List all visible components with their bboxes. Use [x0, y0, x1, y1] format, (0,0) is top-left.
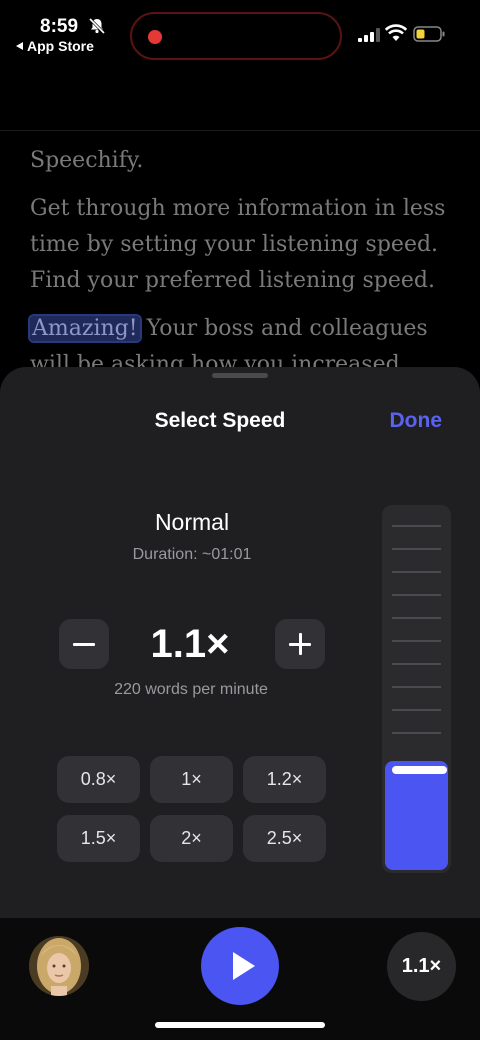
slider-fill [385, 761, 448, 870]
reader-paragraph: Speechify. [30, 148, 144, 173]
minus-icon [73, 643, 95, 646]
signal-icon [358, 28, 380, 42]
slider-tick [392, 617, 441, 619]
slider-tick [392, 525, 441, 527]
duration-label: Duration: ~01:01 [132, 546, 252, 563]
play-icon [233, 952, 255, 980]
slider-tick [392, 663, 441, 665]
battery-icon [413, 26, 445, 42]
sheet-grabber[interactable] [212, 373, 268, 378]
wifi-icon [385, 24, 407, 41]
slider-tick [392, 686, 441, 688]
back-to-app-store[interactable]: App Store [16, 38, 94, 54]
preset-0-8x-button[interactable]: 0.8× [57, 756, 140, 803]
preset-1x-button[interactable]: 1× [150, 756, 233, 803]
back-app-label: App Store [27, 38, 94, 54]
bell-slash-icon [88, 17, 106, 35]
status-bar: 8:59 App Store [0, 0, 480, 60]
slider-tick [392, 571, 441, 573]
recording-dot-icon [148, 30, 162, 44]
increase-speed-button[interactable] [275, 619, 325, 669]
slider-tick [392, 548, 441, 550]
slider-tick [392, 640, 441, 642]
preset-2-5x-button[interactable]: 2.5× [243, 815, 326, 862]
playback-speed-button[interactable]: 1.1× [387, 932, 456, 1001]
done-button[interactable]: Done [390, 409, 443, 433]
bottom-player-bar: 1.1× [0, 918, 480, 1040]
slider-tick [392, 732, 441, 734]
dynamic-island[interactable] [130, 12, 342, 60]
avatar-image [29, 936, 89, 996]
reader-paragraph: Get through more information in less tim… [30, 196, 446, 293]
preset-1-2x-button[interactable]: 1.2× [243, 756, 326, 803]
slider-tick [392, 594, 441, 596]
home-indicator [155, 1022, 325, 1028]
highlighted-word[interactable]: Amazing! [28, 314, 142, 343]
sheet-title: Select Speed [154, 409, 286, 432]
play-button[interactable] [201, 927, 279, 1005]
current-speed-value: 1.1× [150, 622, 230, 666]
back-arrow-icon [16, 42, 23, 51]
speed-slider[interactable] [382, 505, 451, 873]
decrease-speed-button[interactable] [59, 619, 109, 669]
status-time: 8:59 [40, 16, 79, 37]
preset-1-5x-button[interactable]: 1.5× [57, 815, 140, 862]
voice-avatar[interactable] [29, 936, 89, 996]
slider-handle[interactable] [392, 766, 447, 774]
slider-tick [392, 709, 441, 711]
preset-2x-button[interactable]: 2× [150, 815, 233, 862]
speed-mode-label: Normal [154, 509, 230, 535]
plus-icon-vertical [299, 633, 302, 655]
select-speed-sheet: Select Speed Done Normal Duration: ~01:0… [0, 367, 480, 927]
words-per-minute: 220 words per minute [114, 681, 268, 698]
